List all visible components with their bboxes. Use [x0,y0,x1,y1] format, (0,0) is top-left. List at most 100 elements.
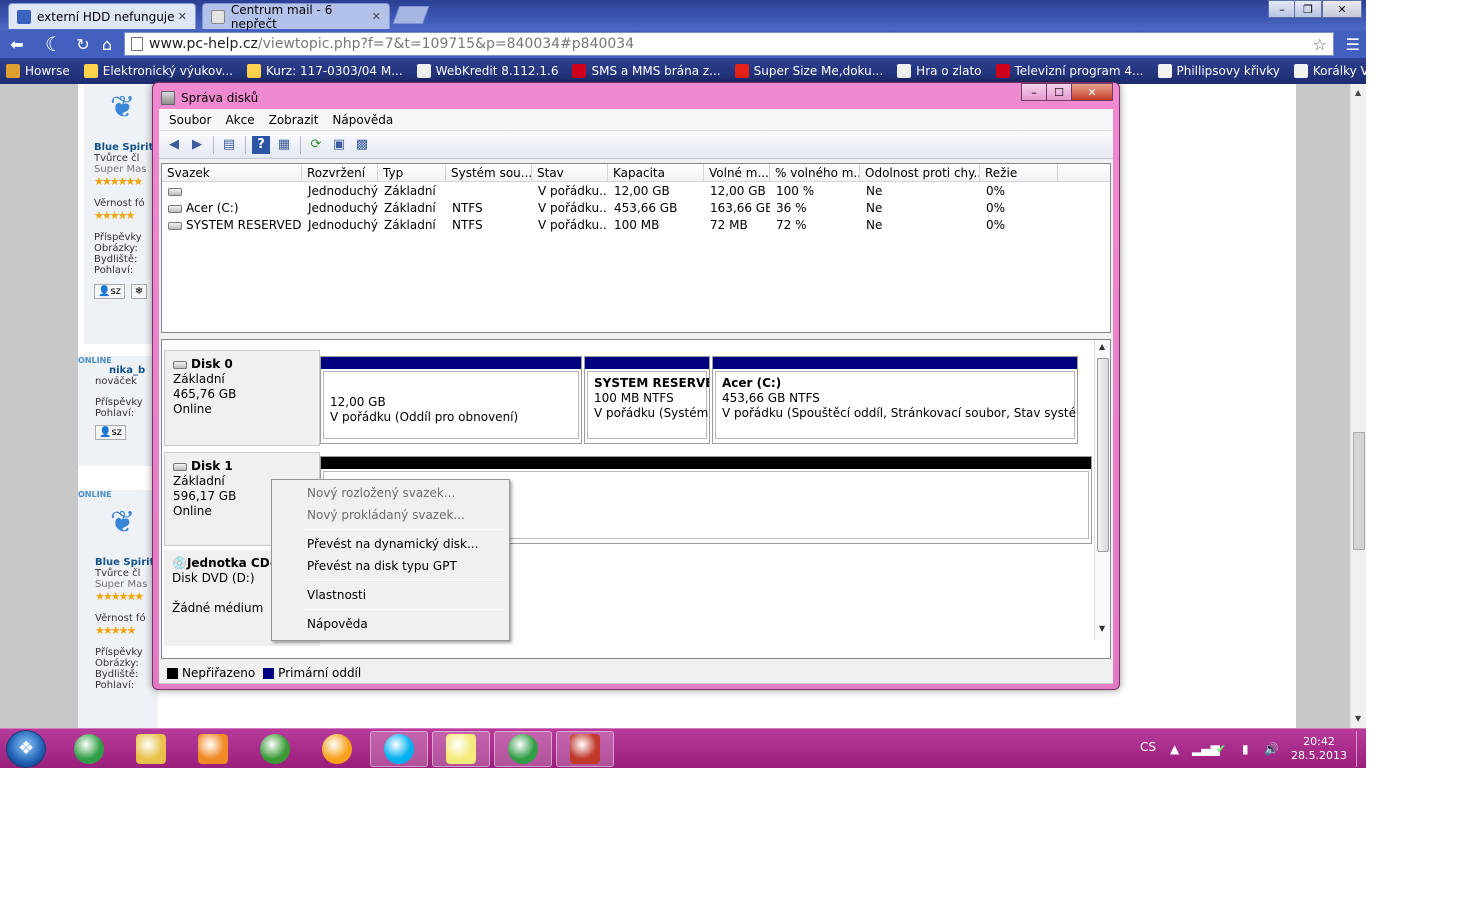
maximize-button[interactable]: ☐ [1046,83,1072,101]
snowflake-icon[interactable]: ❄ [130,284,148,299]
start-button[interactable] [6,730,46,768]
page-scrollbar[interactable]: ▲ ▼ [1350,84,1366,728]
volume-cell-text: SYSTEM RESERVED [186,218,302,232]
scroll-up-icon[interactable]: ▲ [1099,342,1105,351]
menu-convert-dynamic[interactable]: Převést na dynamický disk... [274,533,507,555]
browser-minimize-button[interactable]: – [1268,0,1296,18]
battery-icon[interactable]: ▮ [1242,742,1249,756]
scroll-up-icon[interactable]: ▲ [1355,88,1361,97]
address-bar[interactable]: www.pc-help.cz/viewtopic.php?f=7&t=10971… [124,32,1334,56]
bookmark-item[interactable]: Televizní program 4... [995,64,1144,78]
properties-icon[interactable]: ▣ [330,136,348,154]
reload-icon[interactable]: ↻ [72,34,94,54]
forward-icon[interactable]: ▶ [188,136,206,154]
author-name[interactable]: Blue Spirit [95,557,158,568]
refresh-icon[interactable]: ⟳ [307,136,325,154]
volume-cell-text: 0% [986,201,1006,215]
author-name[interactable]: nika_b [109,365,158,376]
volume-row[interactable]: Acer (C:) Jednoduchý Základní NTFS V pořádku… [162,200,1110,217]
bookmark-item[interactable]: Elektronický výukov... [83,64,233,78]
disk-icon [173,360,187,369]
taskbar-app-sticky-notes[interactable] [432,731,490,767]
taskbar-app-chrome[interactable] [494,731,552,767]
taskbar-app-orange-app[interactable] [308,731,366,767]
new-tab-button[interactable] [392,6,430,24]
scrollbar-thumb[interactable] [1353,432,1365,550]
taskbar-app-explorer[interactable] [122,731,180,767]
bookmark-star-icon[interactable]: ☆ [1313,35,1327,54]
column-header[interactable]: Stav [532,164,608,182]
scroll-down-icon[interactable]: ▼ [1355,714,1361,723]
tray-expand-icon[interactable]: ▲ [1170,742,1179,756]
bookmark-item[interactable]: SMS a MMS brána z... [572,64,721,78]
tab-centrum-mail[interactable]: Centrum mail - 6 nepřečt ✕ [202,3,390,31]
menu-help[interactable]: Nápověda [274,613,507,635]
bookmark-item[interactable]: WebKredit 8.112.1.6 [416,64,559,78]
help-icon[interactable]: ? [252,135,270,154]
minimize-button[interactable]: – [1021,83,1047,101]
profile-button[interactable]: 👤sz [95,425,126,440]
security-check-icon[interactable]: ✔ [1216,742,1226,756]
taskbar-app-chrome[interactable] [60,731,118,767]
bookmark-item[interactable]: Hra o zlato [897,64,982,78]
back-arrow-icon[interactable]: ⬅ [6,34,28,54]
column-header[interactable]: Volné m... [704,164,770,182]
bookmark-item[interactable]: Howrse [6,64,70,78]
taskbar-app-utorrent[interactable] [246,731,304,767]
bookmark-item[interactable]: Phillipsovy křivky [1157,64,1280,78]
taskbar-app-media-player[interactable] [184,731,242,767]
bookmark-item[interactable]: Super Size Me,doku... [734,64,883,78]
show-desktop-button[interactable] [1356,731,1366,767]
home-icon[interactable]: ⌂ [96,34,118,54]
column-header[interactable]: Typ [378,164,446,182]
tab-externi-hdd[interactable]: externí HDD nefunguje ✕ [8,3,196,29]
column-header[interactable]: Odolnost proti chy... [860,164,980,182]
partition-system-reserved[interactable]: SYSTEM RESERVED 100 MB NTFS V pořádku (S… [584,356,710,444]
volume-icon[interactable]: 🔊 [1264,742,1279,756]
menu-soubor[interactable]: Soubor [169,113,211,127]
scroll-down-icon[interactable]: ▼ [1099,624,1105,633]
menu-zobrazit[interactable]: Zobrazit [269,113,319,127]
volume-row[interactable]: SYSTEM RESERVED Jednoduchý Základní NTFS V p… [162,217,1110,234]
menu-napoveda[interactable]: Nápověda [332,113,393,127]
back-icon[interactable]: ◀ [165,136,183,154]
disk0-label[interactable]: Disk 0 Základní 465,76 GB Online [164,350,320,446]
browser-close-button[interactable]: ✕ [1322,0,1362,18]
bookmarks-overflow-icon[interactable]: » [1459,64,1466,78]
volume-cell-text: 0% [986,184,1006,198]
media-player-icon [198,734,228,764]
menu-new-spanned-volume[interactable]: Nový rozložený svazek... [274,482,507,504]
column-header[interactable]: % volného m... [770,164,860,182]
column-header[interactable]: Kapacita [608,164,704,182]
column-header[interactable]: Režie [980,164,1058,182]
language-indicator[interactable]: CS [1140,740,1156,754]
partition-status: V pořádku (Systém, A [594,406,710,420]
console-tree-icon[interactable]: ▤ [220,136,238,154]
column-header[interactable]: Rozvržení [302,164,378,182]
menu-new-striped-volume[interactable]: Nový prokládaný svazek... [274,504,507,526]
tab-close-icon[interactable]: ✕ [372,10,381,23]
menu-convert-gpt[interactable]: Převést na disk typu GPT [274,555,507,577]
system-clock[interactable]: 20:42 28.5.2013 [1291,735,1347,763]
partition-recovery[interactable]: 12,00 GB V pořádku (Oddíl pro obnovení) [320,356,582,444]
volume-row[interactable]: Jednoduchý Základní V pořádku... 12,00 GB 12… [162,183,1110,200]
partition-acer-c[interactable]: Acer (C:) 453,66 GB NTFS V pořádku (Spou… [712,356,1078,444]
tab-close-icon[interactable]: ✕ [178,10,187,23]
rescan-icon[interactable]: ▩ [353,136,371,154]
bookmark-label: WebKredit 8.112.1.6 [435,64,559,78]
menu-properties[interactable]: Vlastnosti [274,584,507,606]
bookmark-item[interactable]: Korálky Výroba Korá... [1293,64,1445,78]
list-view-icon[interactable]: ▦ [275,136,293,154]
profile-button[interactable]: 👤sz [94,284,125,299]
bookmark-item[interactable]: Kurz: 117-0303/04 M... [246,64,403,78]
taskbar-app-computer-management[interactable] [556,731,614,767]
taskbar-app-skype[interactable] [370,731,428,767]
close-button[interactable]: ✕ [1071,83,1113,101]
graph-scrollbar[interactable]: ▲ ▼ [1094,340,1110,640]
browser-restore-button[interactable]: ❐ [1294,0,1322,18]
column-header[interactable]: Svazek [162,164,302,182]
browser-menu-icon[interactable]: ☰ [1346,35,1360,54]
column-header[interactable]: Systém sou... [446,164,532,182]
menu-akce[interactable]: Akce [225,113,254,127]
scrollbar-thumb[interactable] [1097,358,1109,552]
